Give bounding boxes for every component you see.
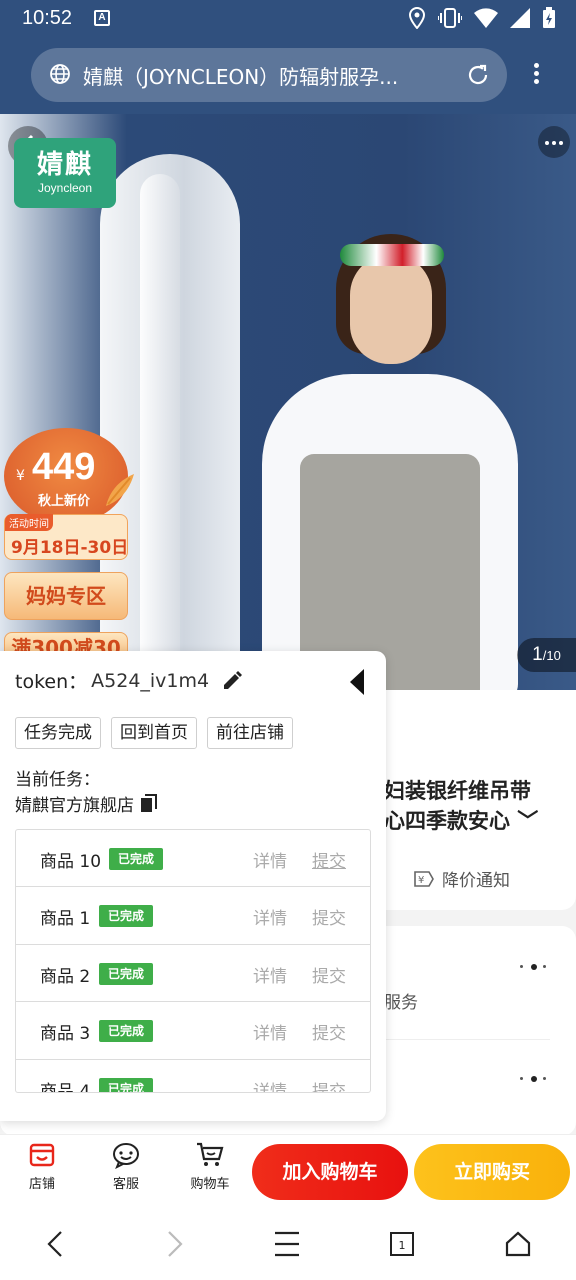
browser-nav-bar: 1: [0, 1208, 576, 1280]
store-icon: [29, 1143, 55, 1167]
brand-logo: 婧麒 Joyncleon: [14, 138, 116, 208]
buy-now-button[interactable]: 立即购买: [414, 1144, 570, 1200]
reload-icon[interactable]: [465, 62, 491, 88]
list-item: 商品 10 已完成 详情 提交: [16, 830, 370, 888]
current-task-name: 婧麒官方旗舰店: [15, 791, 158, 816]
globe-icon: [50, 64, 70, 84]
pencil-icon[interactable]: [221, 670, 243, 692]
customer-service-button[interactable]: 客服: [96, 1141, 156, 1192]
clock: 10:52: [22, 7, 73, 29]
status-badge: 已完成: [99, 1077, 154, 1092]
cart-button[interactable]: 购物车: [180, 1141, 240, 1192]
detail-link[interactable]: 详情: [253, 962, 287, 987]
keyboard-a-icon: A: [94, 10, 110, 26]
go-to-store-button[interactable]: 前往店铺: [207, 717, 293, 749]
list-item: 商品 2 已完成 详情 提交: [16, 945, 370, 1003]
collapse-panel-icon[interactable]: [346, 667, 368, 697]
wifi-icon: [474, 8, 498, 28]
task-panel: token： A524_iv1m4 任务完成 回到首页 前往店铺 当前任务： 婧麒…: [0, 651, 386, 1121]
status-badge: 已完成: [109, 848, 164, 870]
svg-text:¥: ¥: [418, 875, 424, 886]
current-task-label: 当前任务：: [15, 770, 100, 790]
image-counter: 1/10: [517, 638, 576, 672]
status-badge: 已完成: [99, 905, 154, 928]
price-notice-button[interactable]: ¥ 降价通知: [412, 866, 510, 891]
battery-icon: [543, 7, 555, 28]
more-button[interactable]: [538, 126, 570, 158]
overflow-menu-icon[interactable]: [526, 60, 546, 92]
token-row: token： A524_iv1m4: [15, 667, 243, 694]
product-list: 商品 10 已完成 详情 提交 商品 1 已完成 详情 提交 商品 2 已完成 …: [15, 829, 371, 1093]
tabs-icon[interactable]: 1: [389, 1230, 415, 1258]
store-button[interactable]: 店铺: [12, 1141, 72, 1192]
status-bar: 10:52 A: [0, 0, 576, 38]
hamburger-menu-icon[interactable]: [274, 1230, 300, 1258]
detail-link[interactable]: 详情: [253, 1019, 287, 1044]
submit-link[interactable]: 提交: [312, 847, 346, 872]
chat-face-icon: [113, 1143, 139, 1169]
forward-arrow-icon[interactable]: [162, 1230, 186, 1258]
svg-text:1: 1: [399, 1239, 406, 1252]
submit-link[interactable]: 提交: [312, 962, 346, 987]
vibrate-icon: [438, 8, 462, 28]
price-tag-icon: ¥: [414, 870, 434, 887]
browser-toolbar: 婧麒（JOYNCLEON）防辐射服孕...: [0, 38, 576, 114]
location-icon: [408, 7, 426, 29]
cart-icon: [197, 1142, 224, 1166]
back-home-button[interactable]: 回到首页: [111, 717, 197, 749]
list-item: 商品 1 已完成 详情 提交: [16, 887, 370, 945]
signal-icon: [510, 8, 530, 28]
product-title: 妇装银纤维吊带 心四季款安心 ﹀: [384, 779, 539, 833]
back-arrow-icon[interactable]: [44, 1230, 68, 1258]
detail-link[interactable]: 详情: [253, 904, 287, 929]
submit-link[interactable]: 提交: [312, 1077, 346, 1092]
token-value: A524_iv1m4: [91, 669, 210, 692]
home-icon[interactable]: [505, 1230, 531, 1258]
mom-zone-badge[interactable]: 妈妈专区: [4, 572, 128, 620]
price: 449: [32, 446, 96, 488]
submit-link[interactable]: 提交: [312, 1019, 346, 1044]
submit-link[interactable]: 提交: [312, 904, 346, 929]
status-badge: 已完成: [99, 962, 154, 985]
purchase-bar: 店铺 客服 购物车 加入购物车 立即购买: [0, 1134, 576, 1208]
address-bar[interactable]: 婧麒（JOYNCLEON）防辐射服孕...: [31, 48, 507, 102]
detail-link[interactable]: 详情: [253, 847, 287, 872]
copy-icon[interactable]: [140, 793, 158, 814]
list-item: 商品 3 已完成 详情 提交: [16, 1002, 370, 1060]
add-to-cart-button[interactable]: 加入购物车: [252, 1144, 408, 1200]
page-title: 婧麒（JOYNCLEON）防辐射服孕...: [83, 65, 399, 89]
task-complete-button[interactable]: 任务完成: [15, 717, 101, 749]
list-item: 商品 4 已完成 详情 提交: [16, 1060, 370, 1092]
leaf-decoration-icon: [106, 474, 134, 506]
status-badge: 已完成: [99, 1020, 154, 1043]
detail-link[interactable]: 详情: [253, 1077, 287, 1092]
promo-time-badge: 活动时间 9月18日-30日: [4, 514, 128, 560]
